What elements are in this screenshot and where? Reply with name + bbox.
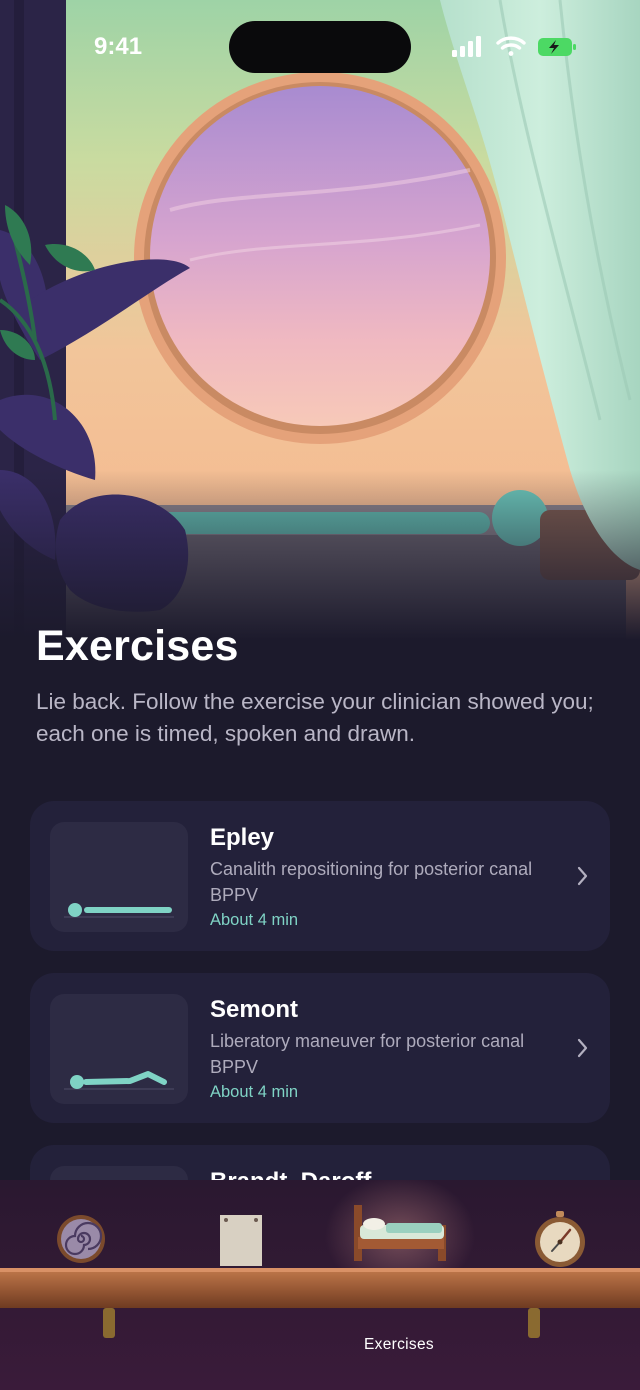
exercise-thumbnail: [50, 994, 188, 1104]
chevron-right-icon: [577, 1038, 588, 1058]
exercise-card-epley[interactable]: Epley Canalith repositioning for posteri…: [30, 801, 610, 951]
exercise-name: Epley: [210, 824, 275, 851]
tab-spiral[interactable]: [55, 1213, 107, 1270]
wifi-icon: [496, 36, 526, 56]
dynamic-island: [229, 21, 411, 73]
compass-icon: [535, 1211, 585, 1267]
status-icons: [452, 34, 582, 65]
page-subtitle: Lie back. Follow the exercise your clini…: [36, 689, 594, 746]
exercise-duration: About 4 min: [210, 1083, 299, 1101]
battery-charging-icon: [538, 38, 576, 56]
status-bar: 9:41: [0, 0, 640, 90]
chevron-right-icon: [577, 866, 588, 886]
spiral-icon: [57, 1215, 105, 1263]
paper-note-icon: [220, 1215, 262, 1266]
tab-exercises[interactable]: [352, 1203, 448, 1270]
lying-figure-legs-up-icon: [64, 1071, 174, 1090]
exercise-description: Liberatory maneuver for posterior canal …: [210, 1031, 525, 1077]
exercise-card-semont[interactable]: Semont Liberatory maneuver for posterior…: [30, 973, 610, 1123]
tab-notes[interactable]: [218, 1212, 264, 1273]
bed-icon: [354, 1205, 446, 1261]
exercise-duration: About 4 min: [210, 911, 299, 929]
tab-settings[interactable]: [533, 1211, 587, 1272]
cellular-signal-icon: [452, 36, 481, 57]
exercise-description: Canalith repositioning for posterior can…: [210, 859, 533, 905]
page-title: Exercises: [36, 622, 239, 670]
exercise-thumbnail: [50, 822, 188, 932]
bedroom-window-illustration: [0, 0, 640, 640]
hero-illustration: [0, 0, 640, 640]
active-tab-label: Exercises: [364, 1336, 434, 1353]
lying-figure-icon: [64, 903, 174, 918]
status-time: 9:41: [94, 33, 143, 60]
exercise-name: Semont: [210, 996, 299, 1023]
